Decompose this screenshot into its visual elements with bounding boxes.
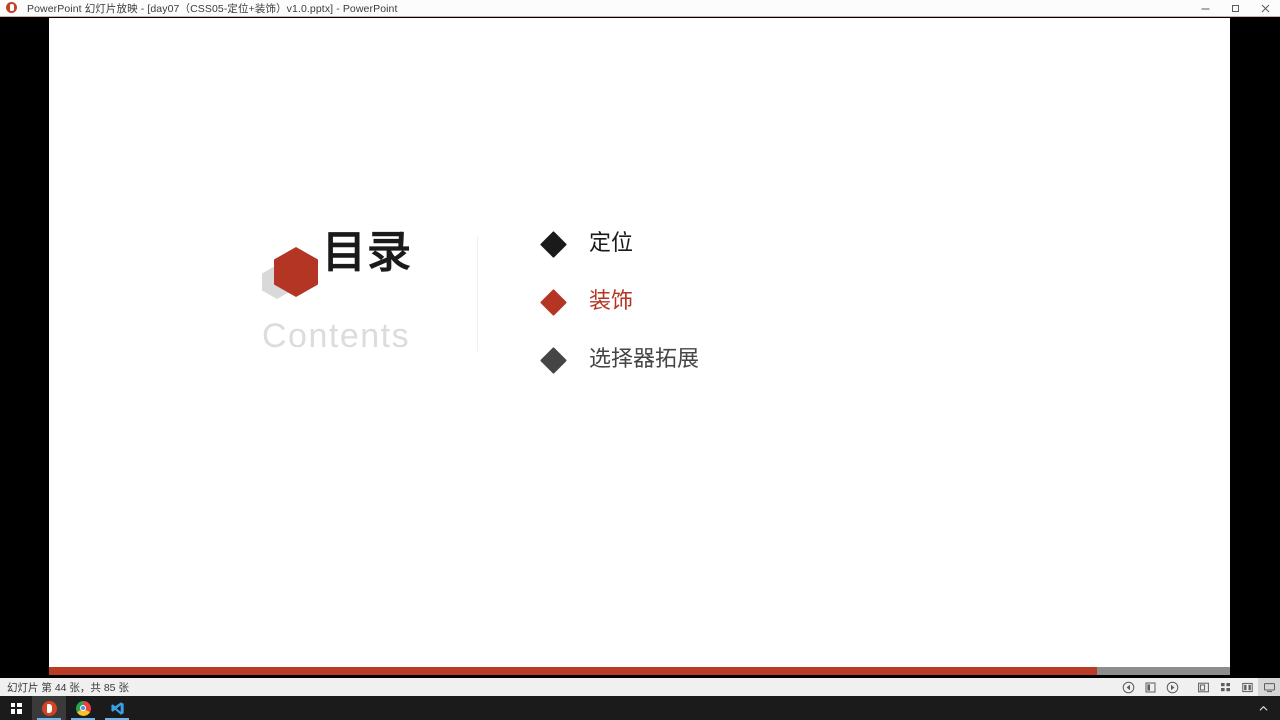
vscode-icon [110,701,125,716]
close-button[interactable] [1250,0,1280,16]
taskbar-item-vscode[interactable] [100,696,134,720]
powerpoint-icon [41,700,57,716]
chrome-icon [75,700,91,716]
powerpoint-icon [4,0,20,16]
list-item-label: 装饰 [589,289,634,314]
taskbar-item-powerpoint[interactable] [32,696,66,720]
toc-heading-block: 目录 Contents [262,231,477,361]
next-slide-button[interactable] [1161,678,1183,696]
previous-slide-button[interactable] [1117,678,1139,696]
title-bar: PowerPoint 幻灯片放映 - [day07（CSS05-定位+装饰）v1… [0,0,1280,17]
diamond-bullet-icon [540,346,567,374]
slide-counter-text: 幻灯片 第 44 张，共 85 张 [7,681,129,694]
slide-canvas[interactable]: 目录 Contents 定位 装饰 选择器拓展 [49,18,1230,672]
zoom-slide-button[interactable] [1192,678,1214,696]
slideshow-progress-fill [49,667,1097,675]
pointer-options-button[interactable] [1139,678,1161,696]
slideshow-stage[interactable]: 目录 Contents 定位 装饰 选择器拓展 [0,17,1280,678]
windows-logo-icon [10,702,22,714]
toc-list: 定位 装饰 选择器拓展 [540,215,964,389]
navigation-controls [1117,678,1183,696]
all-slides-button[interactable] [1214,678,1236,696]
start-button[interactable] [0,696,32,720]
window-title: PowerPoint 幻灯片放映 - [day07（CSS05-定位+装饰）v1… [27,2,398,15]
list-item-label: 选择器拓展 [589,347,700,372]
powerpoint-slideshow-window: PowerPoint 幻灯片放映 - [day07（CSS05-定位+装饰）v1… [0,0,1280,720]
vertical-divider [477,236,478,351]
windows-taskbar [0,696,1280,720]
presenter-view-button[interactable] [1258,678,1280,696]
diamond-bullet-icon [540,230,567,258]
list-item[interactable]: 装饰 [540,273,964,331]
list-item[interactable]: 定位 [540,215,964,273]
page-subtitle: Contents [262,317,411,355]
restore-button[interactable] [1220,0,1250,16]
slideshow-progress-track[interactable] [49,667,1230,675]
taskbar-spacer [134,696,1246,720]
page-title: 目录 [322,227,412,278]
reading-view-button[interactable] [1236,678,1258,696]
show-hidden-icons-button[interactable] [1246,696,1280,720]
view-controls [1192,678,1280,696]
diamond-bullet-icon [540,288,567,316]
status-bar: 幻灯片 第 44 张，共 85 张 [0,678,1280,696]
list-item[interactable]: 选择器拓展 [540,331,964,389]
minimize-button[interactable] [1190,0,1220,16]
taskbar-item-chrome[interactable] [66,696,100,720]
list-item-label: 定位 [589,231,634,256]
